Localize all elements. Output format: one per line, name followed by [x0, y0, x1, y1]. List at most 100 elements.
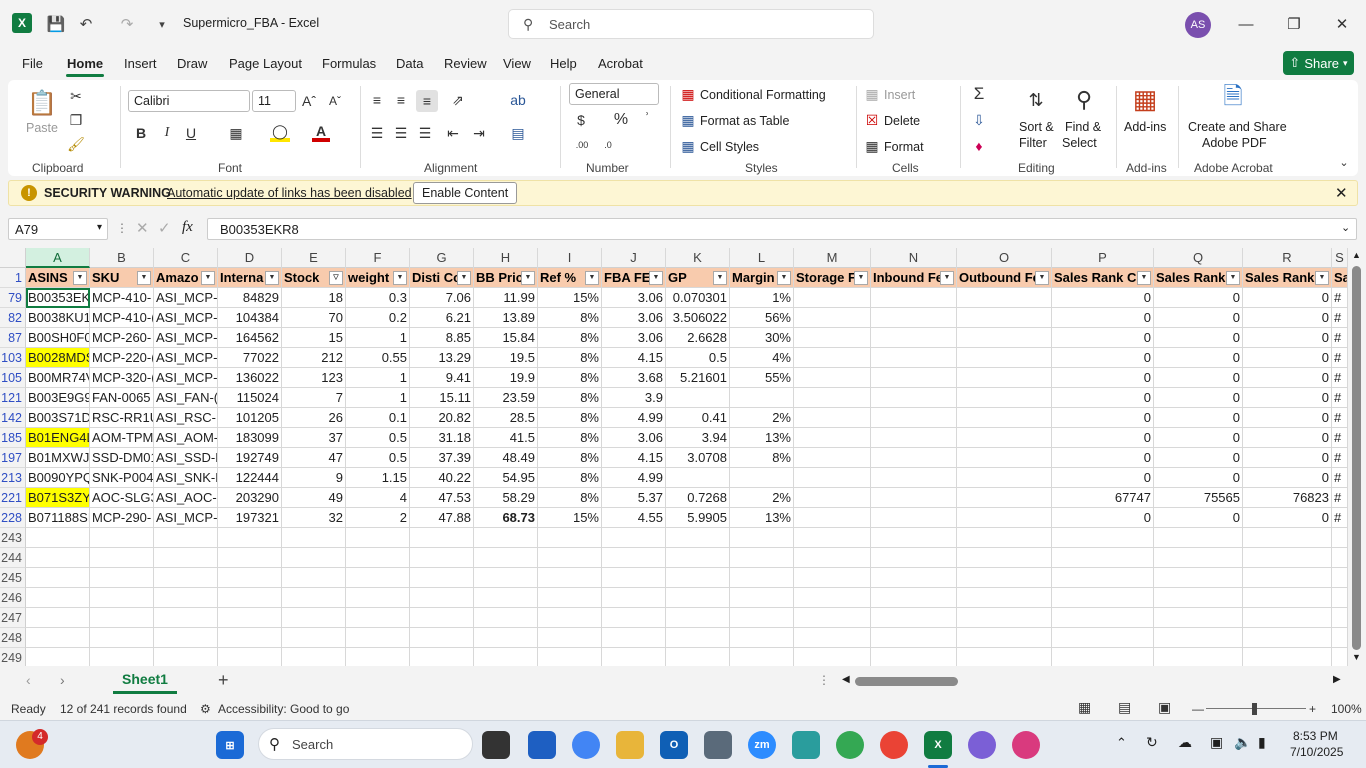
- table-cell[interactable]: [346, 548, 410, 568]
- table-cell[interactable]: 11.99: [474, 288, 538, 308]
- table-cell[interactable]: 13.29: [410, 348, 474, 368]
- table-cell[interactable]: B00SH0F0: [26, 328, 90, 348]
- vertical-scroll-thumb[interactable]: [1352, 266, 1361, 650]
- table-cell[interactable]: 3.94: [666, 428, 730, 448]
- table-cell[interactable]: [26, 588, 90, 608]
- table-cell[interactable]: [282, 588, 346, 608]
- table-cell[interactable]: #: [1332, 368, 1348, 388]
- app-icon[interactable]: [792, 731, 820, 759]
- table-cell[interactable]: [794, 448, 871, 468]
- table-cell[interactable]: 13.89: [474, 308, 538, 328]
- table-cell[interactable]: 13%: [730, 428, 794, 448]
- align-right-icon[interactable]: ☰: [416, 124, 434, 142]
- row-header[interactable]: 249: [0, 648, 26, 666]
- filter-active-icon[interactable]: ▽: [329, 271, 343, 285]
- table-cell[interactable]: [218, 568, 282, 588]
- table-cell[interactable]: [957, 588, 1052, 608]
- table-cell[interactable]: 0.7268: [666, 488, 730, 508]
- delete-cells-icon[interactable]: ☒: [864, 112, 880, 128]
- row-header[interactable]: 248: [0, 628, 26, 648]
- chrome-profile-icon[interactable]: [880, 731, 908, 759]
- table-cell[interactable]: MCP-220-(: [90, 348, 154, 368]
- table-cell[interactable]: [957, 348, 1052, 368]
- table-cell[interactable]: B071S3ZY8: [26, 488, 90, 508]
- table-cell[interactable]: [794, 588, 871, 608]
- header-cell[interactable]: Amazo ▼: [154, 268, 218, 288]
- add-ins-button[interactable]: Add-ins: [1124, 120, 1166, 134]
- table-cell[interactable]: 0: [1154, 328, 1243, 348]
- table-cell[interactable]: [957, 328, 1052, 348]
- table-cell[interactable]: ASI_RSC-R: [154, 408, 218, 428]
- minimize-icon[interactable]: —: [1234, 12, 1258, 36]
- paste-button[interactable]: Paste: [26, 121, 58, 135]
- table-cell[interactable]: [154, 608, 218, 628]
- table-cell[interactable]: [1243, 528, 1332, 548]
- table-cell[interactable]: 32: [282, 508, 346, 528]
- table-cell[interactable]: [410, 648, 474, 666]
- table-cell[interactable]: B01ENG4L: [26, 428, 90, 448]
- format-as-table-button[interactable]: Format as Table: [700, 114, 789, 128]
- header-cell[interactable]: Ref % ▼: [538, 268, 602, 288]
- table-cell[interactable]: [1154, 548, 1243, 568]
- table-cell[interactable]: [730, 568, 794, 588]
- table-cell[interactable]: 7: [282, 388, 346, 408]
- table-cell[interactable]: 41.5: [474, 428, 538, 448]
- cancel-icon[interactable]: ✕: [136, 219, 149, 237]
- column-header-p[interactable]: P: [1052, 248, 1154, 268]
- table-cell[interactable]: 40.22: [410, 468, 474, 488]
- table-cell[interactable]: [957, 648, 1052, 666]
- table-cell[interactable]: 58.29: [474, 488, 538, 508]
- avatar[interactable]: AS: [1185, 12, 1211, 38]
- table-cell[interactable]: [1052, 568, 1154, 588]
- table-cell[interactable]: [90, 528, 154, 548]
- table-cell[interactable]: 26: [282, 408, 346, 428]
- decrease-indent-icon[interactable]: ⇤: [444, 124, 462, 142]
- filter-dropdown-icon[interactable]: ▼: [521, 271, 535, 285]
- table-cell[interactable]: [871, 448, 957, 468]
- table-cell[interactable]: ASI_MCP-: [154, 368, 218, 388]
- table-cell[interactable]: B01MXWJ: [26, 448, 90, 468]
- orientation-icon[interactable]: ⇗: [446, 90, 470, 110]
- header-cell[interactable]: Stock ▽: [282, 268, 346, 288]
- table-cell[interactable]: 0: [1243, 348, 1332, 368]
- table-cell[interactable]: [1154, 568, 1243, 588]
- table-cell[interactable]: B0090YPQ: [26, 468, 90, 488]
- align-center-icon[interactable]: ☰: [392, 124, 410, 142]
- table-cell[interactable]: [957, 548, 1052, 568]
- table-cell[interactable]: [410, 628, 474, 648]
- table-cell[interactable]: 8%: [538, 308, 602, 328]
- find-select-label-2[interactable]: Select: [1062, 136, 1097, 150]
- tab-home[interactable]: Home: [67, 56, 103, 71]
- row-header[interactable]: 197: [0, 448, 26, 468]
- row-header[interactable]: 82: [0, 308, 26, 328]
- table-cell[interactable]: [410, 568, 474, 588]
- table-cell[interactable]: 28.5: [474, 408, 538, 428]
- table-cell[interactable]: 76823: [1243, 488, 1332, 508]
- table-cell[interactable]: [794, 348, 871, 368]
- table-cell[interactable]: #: [1332, 308, 1348, 328]
- align-left-icon[interactable]: ☰: [368, 124, 386, 142]
- row-header[interactable]: 121: [0, 388, 26, 408]
- restore-icon[interactable]: ❐: [1282, 12, 1306, 36]
- table-cell[interactable]: 192749: [218, 448, 282, 468]
- table-cell[interactable]: 8%: [538, 328, 602, 348]
- table-cell[interactable]: 164562: [218, 328, 282, 348]
- chevron-up-icon[interactable]: ⌃: [1116, 735, 1127, 751]
- column-header-i[interactable]: I: [538, 248, 602, 268]
- table-cell[interactable]: [346, 628, 410, 648]
- table-cell[interactable]: 8%: [538, 428, 602, 448]
- tab-acrobat[interactable]: Acrobat: [598, 56, 643, 71]
- table-cell[interactable]: 1.15: [346, 468, 410, 488]
- table-cell[interactable]: [871, 588, 957, 608]
- table-cell[interactable]: FAN-0065: [90, 388, 154, 408]
- table-cell[interactable]: [871, 428, 957, 448]
- font-name-select[interactable]: Calibri: [128, 90, 250, 112]
- fill-color-icon[interactable]: ◯: [270, 123, 290, 142]
- zoom-app-icon[interactable]: zm: [748, 731, 776, 759]
- table-cell[interactable]: [871, 568, 957, 588]
- table-cell[interactable]: [602, 608, 666, 628]
- table-cell[interactable]: [90, 588, 154, 608]
- table-cell[interactable]: 0: [1243, 328, 1332, 348]
- table-cell[interactable]: 19.5: [474, 348, 538, 368]
- table-cell[interactable]: 0: [1243, 408, 1332, 428]
